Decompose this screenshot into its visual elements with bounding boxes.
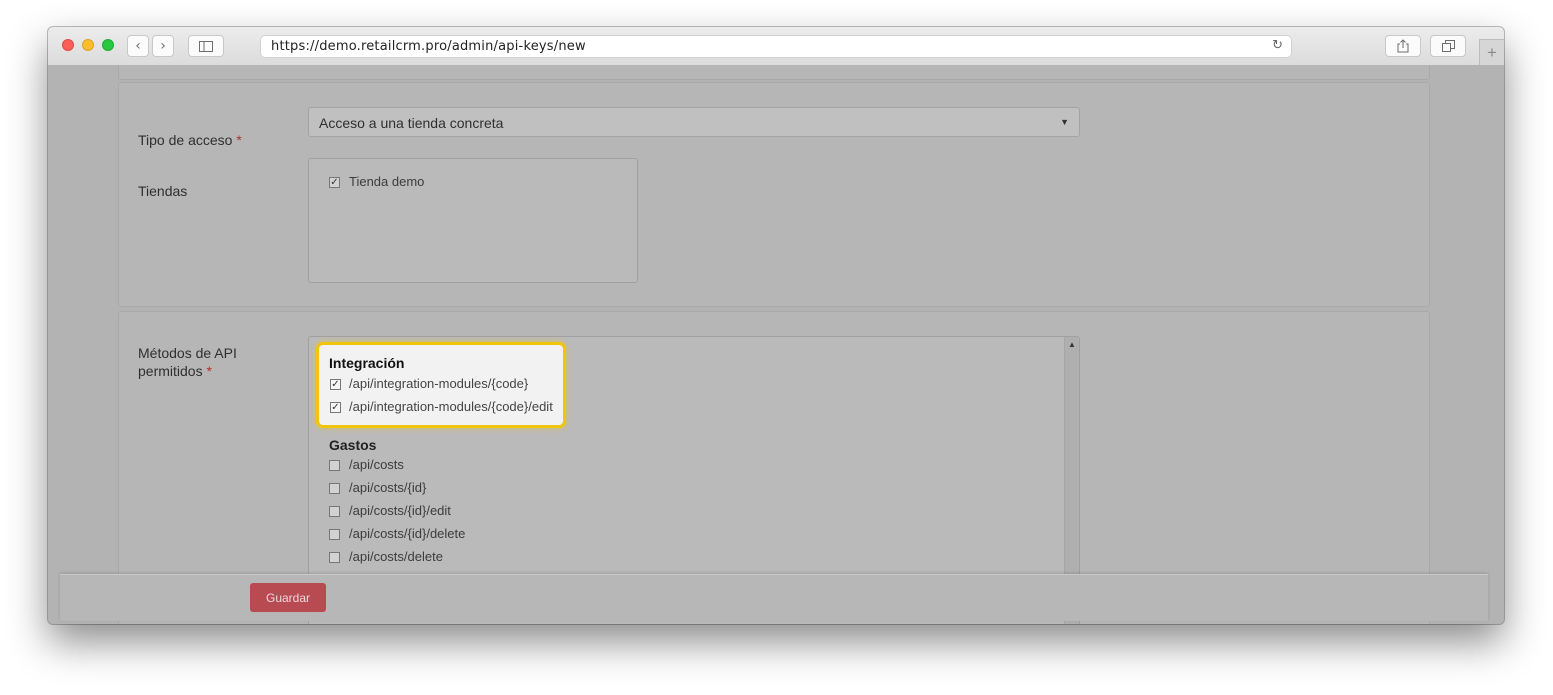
share-icon — [1397, 39, 1409, 53]
scroll-up-icon[interactable]: ▲ — [1068, 340, 1076, 349]
access-type-label-text: Tipo de acceso — [138, 132, 233, 148]
caret-down-icon: ▼ — [1060, 117, 1069, 127]
address-bar[interactable]: https://demo.retailcrm.pro/admin/api-key… — [260, 35, 1292, 58]
new-tab-button[interactable]: + — [1479, 39, 1504, 65]
api-methods-label-line1: Métodos de API — [138, 345, 237, 361]
sidebar-icon — [199, 40, 213, 52]
method-checkbox[interactable] — [329, 506, 340, 517]
forward-button[interactable]: › — [152, 35, 174, 57]
method-checkbox[interactable]: ✓ — [330, 379, 341, 390]
store-label: Tienda demo — [349, 174, 425, 189]
integration-group-highlight: Integración ✓ /api/integration-modules/{… — [316, 342, 566, 428]
method-label: /api/costs/{id}/edit — [349, 503, 451, 518]
required-mark: * — [236, 132, 242, 148]
method-label: /api/costs/{id}/delete — [349, 526, 466, 541]
method-checkbox[interactable] — [329, 552, 340, 563]
browser-window: ‹ › https://demo.retailcrm.pro/admin/api… — [48, 27, 1504, 624]
access-type-select[interactable]: Acceso a una tienda concreta ▼ — [308, 107, 1080, 137]
method-checkbox[interactable]: ✓ — [330, 402, 341, 413]
minimize-window-button[interactable] — [82, 39, 94, 51]
browser-toolbar: ‹ › https://demo.retailcrm.pro/admin/api… — [48, 27, 1504, 66]
back-button[interactable]: ‹ — [127, 35, 149, 57]
required-mark: * — [206, 363, 212, 379]
tabs-icon — [1441, 40, 1455, 52]
method-checkbox[interactable] — [329, 460, 340, 471]
save-button[interactable]: Guardar — [250, 583, 326, 612]
stores-listbox[interactable]: ✓ Tienda demo — [308, 158, 638, 283]
sidebar-toggle-button[interactable] — [188, 35, 224, 57]
close-window-button[interactable] — [62, 39, 74, 51]
chevron-right-icon: › — [160, 38, 166, 54]
api-methods-label: Métodos de API permitidos * — [138, 344, 237, 380]
method-checkbox[interactable] — [329, 483, 340, 494]
method-label: /api/costs — [349, 457, 404, 472]
access-panel: Tipo de acceso * Acceso a una tienda con… — [118, 82, 1430, 307]
method-label: /api/costs/{id} — [349, 480, 427, 495]
api-methods-label-line2: permitidos — [138, 363, 203, 379]
tabs-overview-button[interactable] — [1430, 35, 1466, 57]
previous-panel — [118, 65, 1430, 80]
url-text: https://demo.retailcrm.pro/admin/api-key… — [271, 39, 586, 54]
method-label: /api/costs/delete — [349, 549, 443, 564]
method-label: /api/integration-modules/{code}/edit — [349, 399, 553, 414]
zoom-window-button[interactable] — [102, 39, 114, 51]
chevron-left-icon: ‹ — [135, 38, 141, 54]
share-button[interactable] — [1385, 35, 1421, 57]
group-title-gastos: Gastos — [329, 437, 377, 453]
access-type-value: Acceso a una tienda concreta — [319, 115, 504, 131]
method-checkbox[interactable] — [329, 529, 340, 540]
store-checkbox[interactable]: ✓ — [329, 177, 340, 188]
access-type-label: Tipo de acceso * — [138, 131, 242, 149]
sticky-footer: Guardar — [60, 574, 1488, 621]
method-label: /api/integration-modules/{code} — [349, 376, 529, 391]
group-title-integracion: Integración — [329, 355, 405, 371]
reload-icon[interactable]: ↻ — [1272, 38, 1283, 53]
page-content: Tipo de acceso * Acceso a una tienda con… — [48, 65, 1504, 624]
stores-label: Tiendas — [138, 183, 188, 199]
